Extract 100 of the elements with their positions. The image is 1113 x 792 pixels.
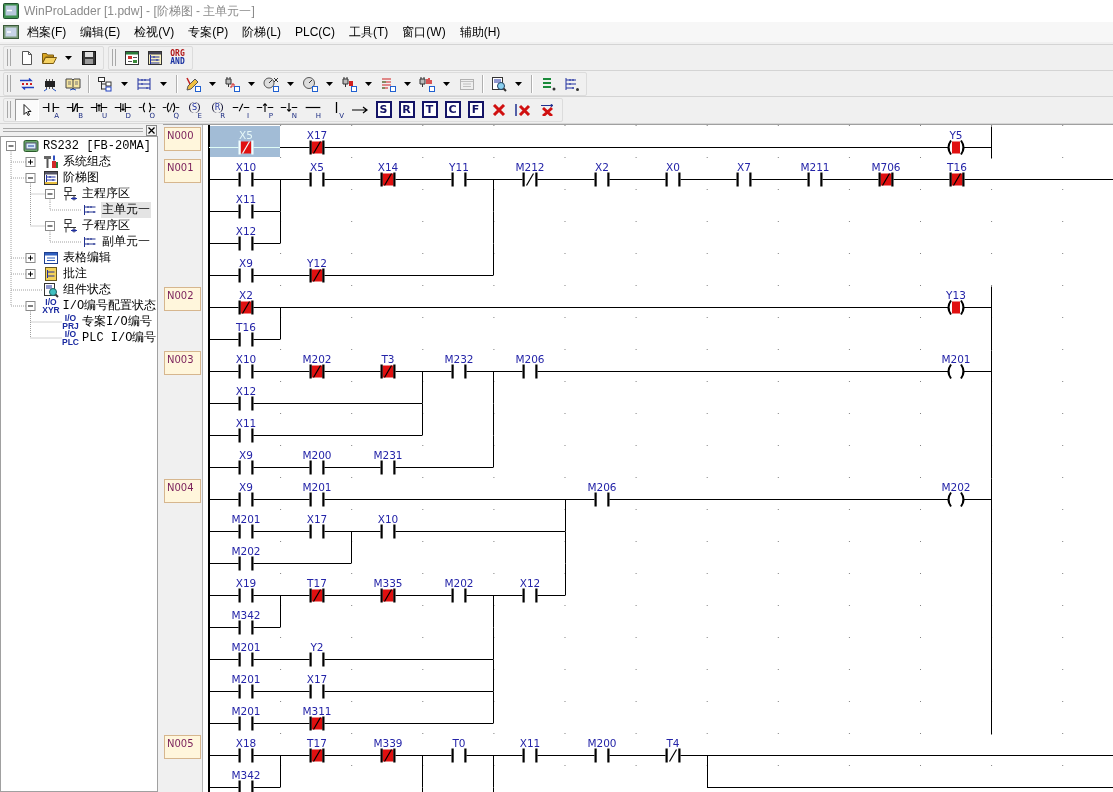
device-address: M201	[231, 672, 261, 685]
collapse-icon[interactable]	[6, 141, 16, 151]
arrow-delete-icon	[538, 103, 556, 116]
device-address: M201	[231, 704, 261, 717]
collapse-icon[interactable]	[45, 221, 55, 231]
menu-item[interactable]: 专案(P)	[181, 23, 236, 41]
plug-chart-icon	[419, 75, 435, 92]
device-address: X2	[239, 288, 253, 301]
caret-icon[interactable]	[287, 81, 294, 86]
tree-item[interactable]: 组件状态	[61, 282, 112, 298]
tree-item[interactable]: 批注	[61, 266, 88, 282]
caret-icon[interactable]	[365, 81, 372, 86]
caret-icon[interactable]	[404, 81, 411, 86]
bar-delete-icon	[514, 103, 532, 116]
slashed-coil-icon	[162, 101, 180, 113]
child-window-icon[interactable]	[3, 24, 19, 40]
panel-grip[interactable]	[3, 128, 143, 132]
caret-icon[interactable]	[443, 81, 450, 86]
document-magnifier-icon	[42, 282, 59, 298]
note-icon	[42, 266, 59, 282]
ladder-grid-icon	[136, 75, 152, 92]
tree-item[interactable]: 子程序区	[81, 218, 131, 234]
device-address: T4	[666, 736, 680, 749]
device-address: T16	[236, 320, 256, 333]
caret-icon[interactable]	[515, 81, 522, 86]
menu-item[interactable]: 检视(V)	[127, 23, 182, 41]
down-arrow-contact-icon	[114, 101, 132, 113]
device-address: M339	[373, 736, 403, 749]
caret-icon[interactable]	[121, 81, 128, 86]
collapse-icon[interactable]	[45, 189, 55, 199]
menu-item[interactable]: 档案(F)	[20, 23, 74, 41]
table-window-icon	[123, 49, 140, 66]
document-search-icon	[491, 75, 507, 92]
mnemonic-button[interactable]: ORG AND	[166, 46, 189, 69]
close-button[interactable]	[146, 124, 157, 136]
menu-item[interactable]: 阶梯(L)	[235, 23, 288, 41]
transfer-arrows-icon	[18, 75, 35, 92]
list-icon	[380, 75, 396, 92]
gauge-icon	[302, 75, 318, 92]
device-address: X17	[306, 512, 328, 525]
menu-item[interactable]: PLC(C)	[288, 23, 342, 41]
device-address: T17	[307, 736, 327, 749]
program-blocks-icon	[62, 218, 78, 234]
io-tag: I/O XYR	[42, 298, 60, 314]
device-address: X17	[306, 128, 328, 141]
device-address: X19	[235, 576, 257, 589]
expand-icon[interactable]	[25, 157, 36, 167]
menu-item[interactable]: 编辑(E)	[73, 23, 128, 41]
tree-item[interactable]: 阶梯图	[61, 170, 100, 186]
toolbar-grip[interactable]	[7, 101, 11, 118]
up-arrow-contact-icon	[90, 101, 108, 113]
tree-item[interactable]: 表格编辑	[61, 250, 112, 266]
device-address: X18	[235, 736, 257, 749]
caret-icon[interactable]	[326, 81, 333, 86]
tree-item[interactable]: RS232 [FB-20MA]	[42, 138, 153, 154]
tree-item[interactable]: 专案I/O编号	[81, 314, 153, 330]
normally-closed-contact-icon	[66, 101, 84, 113]
caret-icon[interactable]	[160, 81, 167, 86]
delete-icon	[490, 103, 508, 116]
branch-wire	[280, 755, 281, 788]
pointer-button[interactable]	[15, 98, 39, 121]
coil-icon	[138, 101, 156, 113]
toolbar-grip[interactable]	[112, 49, 116, 66]
tree-item[interactable]: 主程序区	[81, 186, 131, 202]
menu-item[interactable]: 工具(T)	[342, 23, 396, 41]
tree-item[interactable]: 系统组态	[61, 154, 112, 170]
open-book-icon	[64, 75, 81, 92]
tree-item[interactable]: 副单元一	[100, 234, 151, 250]
device-address: T3	[381, 352, 395, 365]
branch-wire	[351, 531, 352, 564]
branch-wire	[280, 595, 281, 628]
tree-item[interactable]: I/O编号配置状态	[61, 298, 157, 314]
device-address: X9	[239, 448, 253, 461]
device-address: M342	[231, 768, 261, 781]
toolbar-grip[interactable]	[7, 75, 11, 92]
list-dot-icon	[540, 75, 557, 92]
toolbar-grip[interactable]	[7, 49, 11, 66]
rung-number: N002	[164, 287, 201, 311]
caret-icon[interactable]	[65, 55, 72, 60]
collapse-icon[interactable]	[25, 173, 36, 183]
menu-item[interactable]: 窗口(W)	[395, 23, 453, 41]
device-address: M202	[444, 576, 474, 589]
device-address: X12	[519, 576, 541, 589]
caret-icon[interactable]	[248, 81, 255, 86]
device-address: Y13	[946, 288, 966, 301]
tree-item[interactable]: 主单元一	[100, 202, 151, 218]
close-icon	[148, 126, 155, 134]
collapse-icon[interactable]	[25, 301, 36, 311]
plug-wave-icon	[224, 75, 240, 92]
tree-item[interactable]: PLC I/O编号	[81, 330, 157, 346]
device-address: X5	[239, 128, 253, 141]
device-address: M342	[231, 608, 261, 621]
expand-icon[interactable]	[25, 269, 36, 279]
expand-icon[interactable]	[25, 253, 36, 263]
gauge-cross-icon	[263, 75, 279, 92]
menu-item[interactable]: 辅助(H)	[452, 23, 508, 41]
caret-icon[interactable]	[209, 81, 216, 86]
device-address: X11	[519, 736, 541, 749]
network-blocks-icon	[97, 75, 113, 92]
device-address: M212	[515, 160, 545, 173]
